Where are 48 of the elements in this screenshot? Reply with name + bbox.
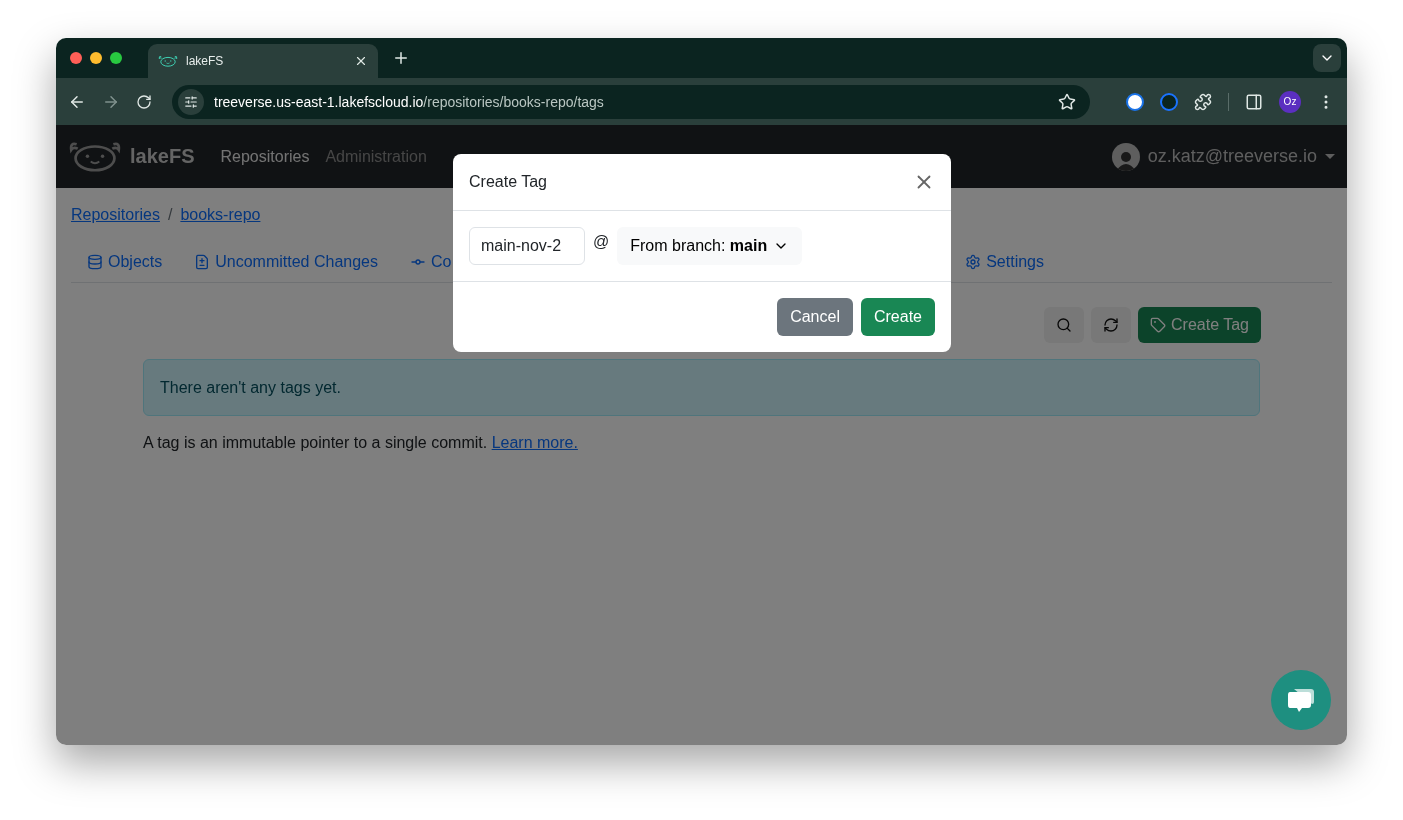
database-icon (87, 254, 103, 270)
chat-button[interactable] (1271, 670, 1331, 730)
reload-icon[interactable] (136, 93, 152, 110)
repo-tab[interactable]: Settings (949, 253, 1060, 271)
close-icon[interactable] (354, 54, 368, 68)
tab-list-chevron-icon[interactable] (1313, 44, 1341, 72)
maximize-window-icon[interactable] (110, 52, 122, 64)
tag-name-field[interactable]: main-nov-2 (469, 227, 585, 265)
cancel-button[interactable]: Cancel (777, 298, 853, 336)
nav-link[interactable]: Repositories (220, 147, 310, 166)
user-avatar-icon[interactable] (1111, 142, 1140, 171)
caret-icon[interactable] (1325, 153, 1335, 160)
puzzle-icon[interactable] (1194, 92, 1212, 111)
learn-more-link[interactable]: Learn more. (491, 434, 578, 451)
axolotl-logo-icon (68, 140, 122, 173)
close-window-icon[interactable] (70, 52, 82, 64)
brand-name[interactable]: lakeFS (130, 145, 195, 168)
chat-bubbles-icon (1287, 687, 1315, 713)
breadcrumb-link[interactable]: books-repo (180, 206, 261, 224)
star-icon[interactable] (1058, 92, 1076, 111)
branch-select[interactable]: From branch: main (617, 227, 803, 265)
file-diff-icon (194, 254, 211, 270)
search-icon (1056, 317, 1072, 333)
repo-tab[interactable]: Objects (71, 253, 179, 271)
site-settings-icon[interactable] (178, 88, 204, 115)
tag-icon (1150, 317, 1166, 333)
refresh-button[interactable] (1091, 307, 1131, 343)
repo-tab[interactable]: Uncommitted Changes (178, 253, 394, 271)
create-tag-button[interactable]: Create Tag (1138, 307, 1261, 343)
help-text: A tag is an immutable pointer to a single commit. Learn more. (143, 434, 579, 452)
axolotl-logo-icon (158, 55, 178, 67)
profile-avatar[interactable]: Oz (1279, 90, 1301, 113)
address-bar[interactable]: treeverse.us-east-1.lakefscloud.io/repositories/books-repo/tags (172, 84, 1090, 119)
extension-icon[interactable] (1126, 92, 1144, 111)
repo-tab[interactable]: Co (394, 253, 468, 271)
refresh-icon (1103, 317, 1119, 333)
at-sign: @ (593, 233, 610, 251)
breadcrumb-separator: / (167, 206, 173, 224)
dialog-title: Create Tag (469, 173, 547, 191)
search-button[interactable] (1044, 307, 1084, 343)
new-tab-icon[interactable] (392, 49, 410, 67)
create-button[interactable]: Create (860, 298, 935, 336)
minimize-window-icon[interactable] (90, 52, 102, 64)
gear-icon (965, 254, 982, 270)
user-email[interactable]: oz.katz@treeverse.io (1147, 146, 1317, 167)
empty-state-alert: There aren't any tags yet. (143, 359, 1260, 416)
breadcrumb-link[interactable]: Repositories (71, 206, 160, 224)
side-panel-icon[interactable] (1245, 92, 1263, 111)
